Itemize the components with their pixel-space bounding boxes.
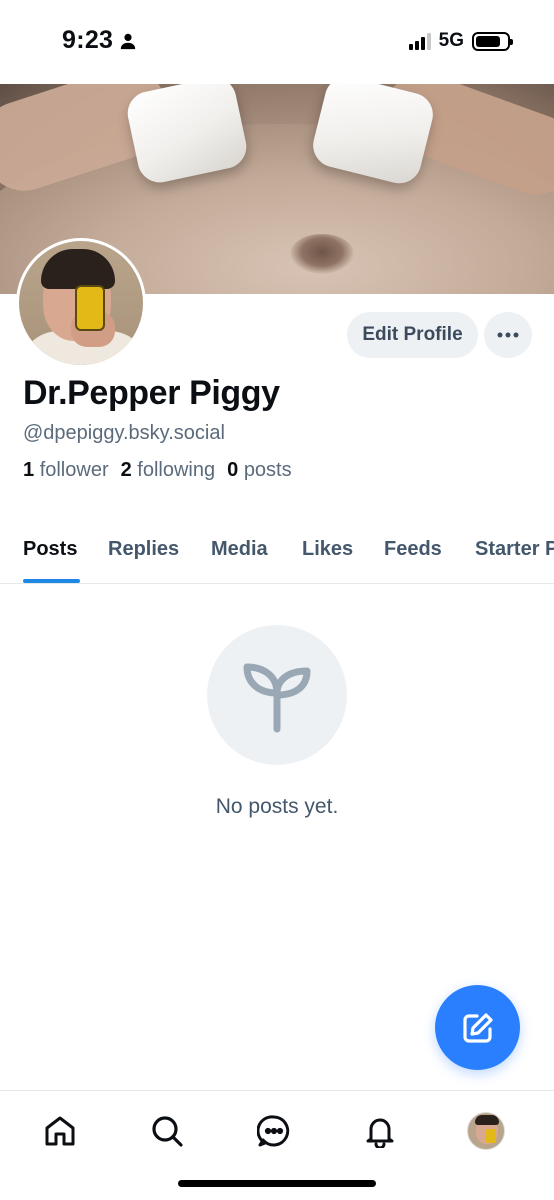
compose-icon (462, 1012, 493, 1043)
nav-chat[interactable] (254, 1111, 294, 1151)
tab-posts[interactable]: Posts (23, 538, 77, 561)
followers-stat[interactable]: 1 follower (23, 459, 109, 482)
nav-home[interactable] (40, 1111, 80, 1151)
profile-stats: 1 follower 2 following 0 posts (23, 459, 292, 482)
status-time: 9:23 (62, 26, 137, 55)
profile-avatar-small (467, 1112, 505, 1150)
active-tab-indicator (23, 579, 80, 583)
home-icon (45, 1116, 75, 1146)
sprout-icon (243, 663, 311, 733)
ellipsis-icon (497, 332, 519, 338)
profile-tabs: Posts Replies Media Likes Feeds Starter … (0, 530, 554, 584)
display-name: Dr.Pepper Piggy (23, 374, 280, 412)
following-stat[interactable]: 2 following (121, 459, 216, 482)
tab-replies[interactable]: Replies (108, 538, 179, 561)
tab-starter-packs[interactable]: Starter Packs (475, 538, 554, 561)
profile-avatar[interactable] (16, 238, 146, 368)
edit-profile-button[interactable]: Edit Profile (347, 312, 478, 358)
more-options-button[interactable] (484, 312, 532, 358)
posts-stat: 0 posts (227, 459, 292, 481)
signal-icon (408, 32, 431, 50)
clock: 9:23 (62, 26, 114, 54)
compose-post-button[interactable] (435, 985, 520, 1070)
home-indicator (178, 1180, 376, 1187)
nav-profile[interactable] (466, 1111, 506, 1151)
nav-notifications[interactable] (360, 1111, 400, 1151)
empty-state-message: No posts yet. (215, 795, 339, 818)
tab-media[interactable]: Media (211, 538, 268, 561)
search-icon (152, 1116, 183, 1147)
tab-likes[interactable]: Likes (302, 538, 353, 561)
chat-icon (257, 1115, 290, 1147)
bell-icon (366, 1118, 394, 1148)
battery-icon (472, 31, 513, 51)
handle: @dpepiggy.bsky.social (23, 422, 225, 444)
status-indicators: 5G (408, 30, 513, 52)
empty-state-illustration (207, 625, 347, 765)
network-type: 5G (438, 30, 464, 51)
nav-search[interactable] (147, 1111, 187, 1151)
person-icon (121, 33, 136, 49)
status-bar: 9:23 5G (0, 0, 554, 84)
tab-feeds[interactable]: Feeds (384, 538, 442, 561)
